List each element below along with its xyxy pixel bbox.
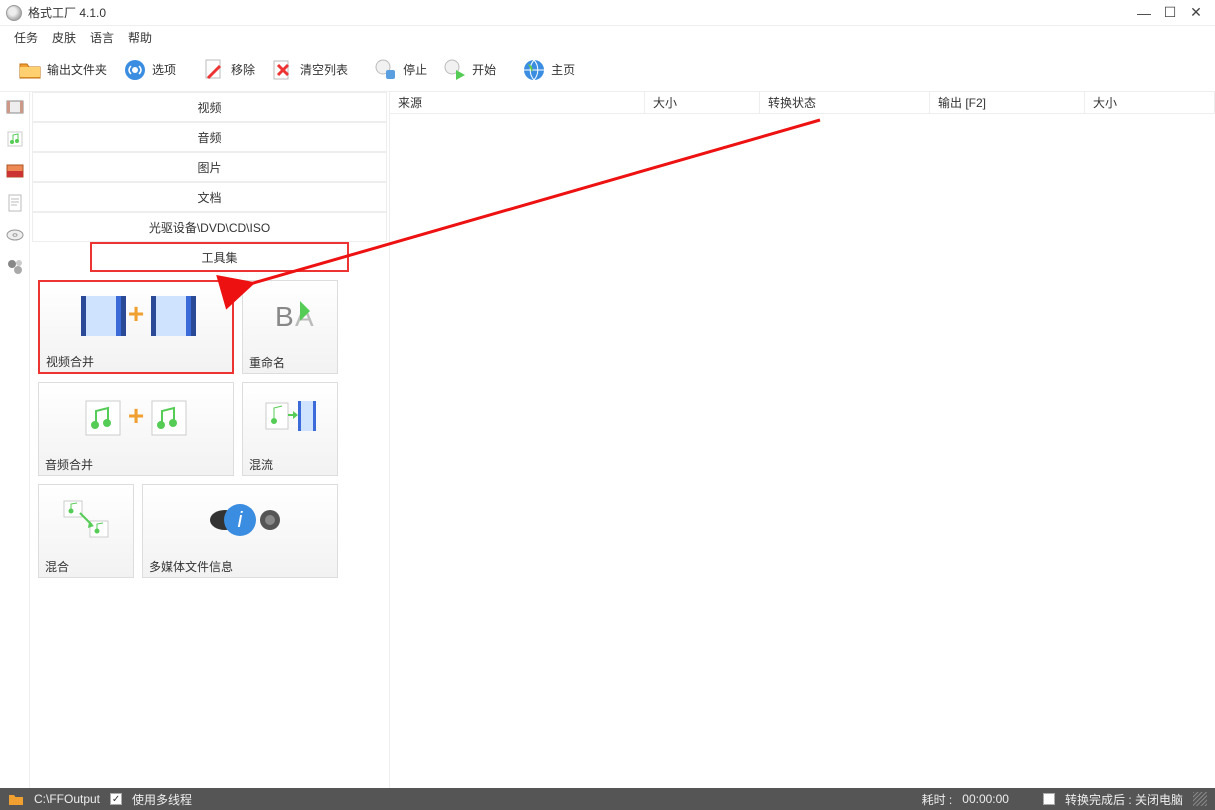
maximize-button[interactable]: ☐ [1157,3,1183,23]
toolbar: 输出文件夹 选项 移除 清空列表 停止 开始 主页 [0,48,1215,92]
video-joiner-icon: + [40,282,232,350]
output-path[interactable]: C:\FFOutput [34,792,100,806]
picture-strip-icon[interactable] [6,162,24,180]
options-button[interactable]: 选项 [115,54,184,86]
svg-text:+: + [128,298,144,329]
close-button[interactable]: ✕ [1183,3,1209,23]
tool-media-info[interactable]: i 多媒体文件信息 [142,484,338,578]
category-picture[interactable]: 图片 [32,152,387,182]
main-area: 视频 音频 图片 文档 光驱设备\DVD\CD\ISO 工具集 + [0,92,1215,788]
toolbox-strip-icon[interactable] [6,258,24,276]
clear-icon [271,58,295,82]
menu-skin[interactable]: 皮肤 [52,29,76,46]
stop-icon [374,58,398,82]
tool-mux[interactable]: 混流 [242,382,338,476]
remove-icon [202,58,226,82]
menu-language[interactable]: 语言 [90,29,114,46]
svg-text:+: + [128,400,144,431]
elapsed-label: 耗时 : [922,791,953,808]
tool-rename[interactable]: B A 重命名 [242,280,338,374]
side-icon-strip [0,92,30,788]
tool-audio-joiner-label: 音频合并 [39,453,233,475]
clear-list-button[interactable]: 清空列表 [263,54,356,86]
list-header: 来源 大小 转换状态 输出 [F2] 大小 [390,92,1215,114]
tool-video-joiner[interactable]: + 视频合并 [38,280,234,374]
menu-task[interactable]: 任务 [14,29,38,46]
tool-audio-joiner[interactable]: + 音频合并 [38,382,234,476]
tool-video-joiner-label: 视频合并 [40,350,232,372]
category-video[interactable]: 视频 [32,92,387,122]
folder-icon [18,58,42,82]
video-strip-icon[interactable] [6,98,24,116]
homepage-label: 主页 [551,61,575,78]
start-label: 开始 [472,61,496,78]
resize-grip[interactable] [1193,792,1207,806]
document-strip-icon[interactable] [6,194,24,212]
clear-label: 清空列表 [300,61,348,78]
window-title: 格式工厂 4.1.0 [28,4,106,21]
mix-icon [39,485,133,555]
audio-strip-icon[interactable] [6,130,24,148]
col-output[interactable]: 输出 [F2] [930,92,1085,113]
start-button[interactable]: 开始 [435,54,504,86]
category-audio[interactable]: 音频 [32,122,387,152]
homepage-button[interactable]: 主页 [514,54,583,86]
rename-icon: B A [243,281,337,351]
output-folder-label: 输出文件夹 [47,61,107,78]
category-rom[interactable]: 光驱设备\DVD\CD\ISO [32,212,387,242]
list-body[interactable] [390,114,1215,788]
remove-button[interactable]: 移除 [194,54,263,86]
tool-rename-label: 重命名 [243,351,337,373]
minimize-button[interactable]: — [1131,3,1157,23]
task-list-panel: 来源 大小 转换状态 输出 [F2] 大小 [390,92,1215,788]
col-source[interactable]: 来源 [390,92,645,113]
remove-label: 移除 [231,61,255,78]
folder-status-icon[interactable] [8,792,24,806]
menu-help[interactable]: 帮助 [128,29,152,46]
tool-media-info-label: 多媒体文件信息 [143,555,337,577]
shutdown-checkbox[interactable] [1043,793,1055,805]
globe-icon [522,58,546,82]
multithread-label: 使用多线程 [132,791,192,808]
app-icon [6,5,22,21]
title-bar: 格式工厂 4.1.0 — ☐ ✕ [0,0,1215,26]
stop-button[interactable]: 停止 [366,54,435,86]
category-panel: 视频 音频 图片 文档 光驱设备\DVD\CD\ISO 工具集 + [30,92,390,788]
category-document[interactable]: 文档 [32,182,387,212]
tool-mix-label: 混合 [39,555,133,577]
mux-icon [243,383,337,453]
elapsed-value: 00:00:00 [962,792,1009,806]
options-icon [123,58,147,82]
output-folder-button[interactable]: 输出文件夹 [10,54,115,86]
toolbox-body: + 视频合并 B A 重命名 [30,272,389,788]
svg-text:B: B [275,301,294,332]
media-info-icon: i [143,485,337,555]
menu-bar: 任务 皮肤 语言 帮助 [0,26,1215,48]
tool-mux-label: 混流 [243,453,337,475]
audio-joiner-icon: + [39,383,233,453]
col-size2[interactable]: 大小 [1085,92,1215,113]
options-label: 选项 [152,61,176,78]
category-toolbox[interactable]: 工具集 [90,242,349,272]
disc-strip-icon[interactable] [6,226,24,244]
multithread-checkbox[interactable] [110,793,122,805]
tool-mix[interactable]: 混合 [38,484,134,578]
stop-label: 停止 [403,61,427,78]
after-convert-label: 转换完成后 : 关闭电脑 [1065,791,1183,808]
start-icon [443,58,467,82]
status-bar: C:\FFOutput 使用多线程 耗时 : 00:00:00 转换完成后 : … [0,788,1215,810]
col-size[interactable]: 大小 [645,92,760,113]
col-state[interactable]: 转换状态 [760,92,930,113]
